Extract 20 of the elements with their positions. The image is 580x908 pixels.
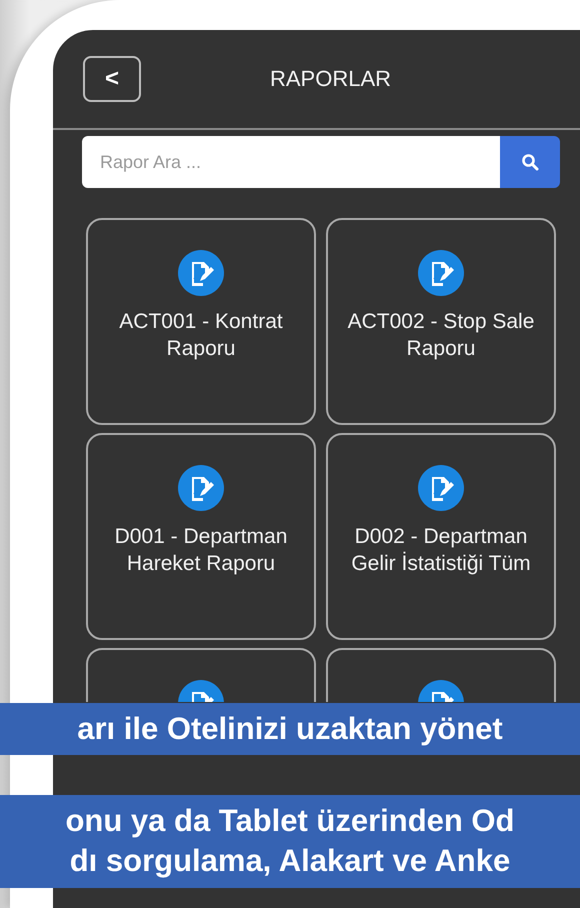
report-card[interactable]: D002 - Departman Gelir İstatistiği Tüm xyxy=(326,433,556,640)
report-card[interactable]: D001 - Departman Hareket Raporu xyxy=(86,433,316,640)
caption-text: dı sorgulama, Alakart ve Anke xyxy=(70,842,510,880)
report-label: ACT002 - Stop Sale Raporu xyxy=(346,309,536,362)
back-button[interactable]: < xyxy=(83,56,141,102)
caption-text: onu ya da Tablet üzerinden Od xyxy=(66,802,514,840)
report-edit-icon xyxy=(178,250,224,296)
report-card[interactable]: ACT001 - Kontrat Raporu xyxy=(86,218,316,425)
search-icon xyxy=(521,153,539,171)
report-edit-icon xyxy=(418,250,464,296)
report-edit-icon xyxy=(418,465,464,511)
report-card[interactable]: ACT002 - Stop Sale Raporu xyxy=(326,218,556,425)
caption-text: arı ile Otelinizi uzaktan yönet xyxy=(77,710,503,748)
search-button[interactable] xyxy=(500,136,560,188)
report-edit-icon xyxy=(178,465,224,511)
screen-title: RAPORLAR xyxy=(268,66,392,92)
search-field[interactable]: Rapor Ara ... xyxy=(82,136,500,188)
report-label: ACT001 - Kontrat Raporu xyxy=(118,309,284,362)
report-label: D001 - Departman Hareket Raporu xyxy=(114,524,288,578)
report-label: D002 - Departman Gelir İstatistiği Tüm xyxy=(350,524,532,578)
